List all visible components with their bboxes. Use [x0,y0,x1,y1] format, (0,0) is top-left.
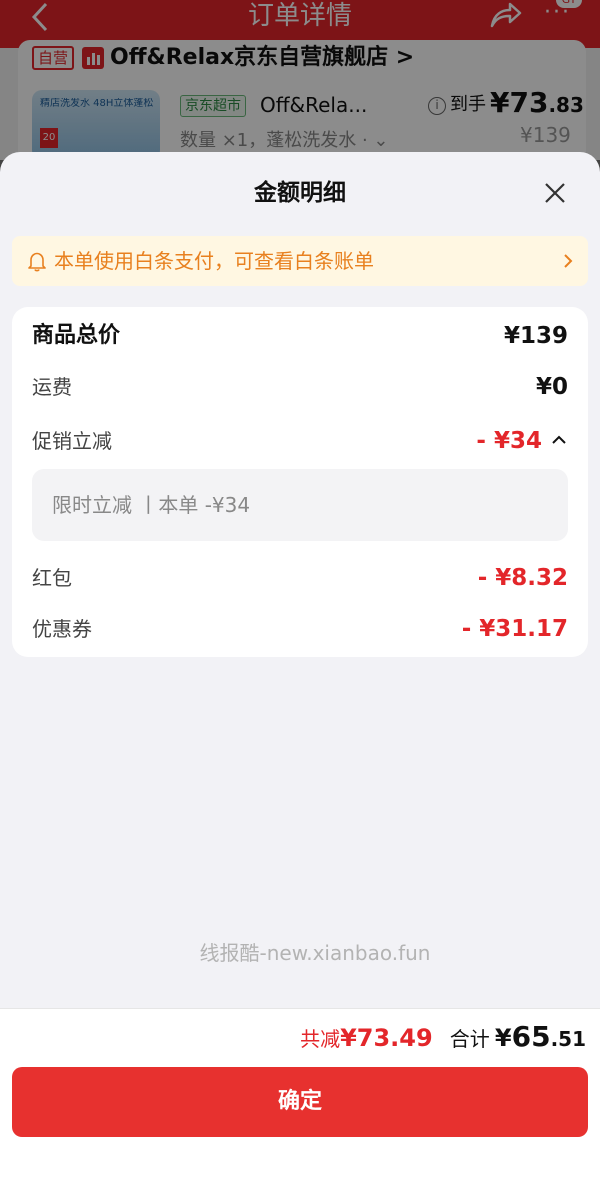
goods-total-value: ¥139 [503,323,568,349]
goods-total-row: 商品总价 ¥139 [32,319,568,353]
notice-text: 本单使用白条支付，可查看白条账单 [54,249,374,273]
shipping-value: ¥0 [535,374,568,400]
sum-label: 合计 [449,1027,490,1051]
sum-value: ¥65.51 [495,1019,586,1057]
sum-dec: .51 [550,1027,586,1051]
amount-detail-sheet: 金额明细 本单使用白条支付，可查看白条账单 商品总价 ¥139 运费 ¥0 促销… [0,152,600,1197]
total-summary: 共减¥73.49 合计 ¥65.51 [300,1019,586,1055]
coupon-value: - ¥31.17 [461,616,568,642]
sheet-footer: 共减¥73.49 合计 ¥65.51 确定 [0,1008,600,1197]
saved-value: ¥73.49 [340,1024,433,1052]
promotion-value: - ¥34 [476,428,542,454]
promotion-detail-box: 限时立减 丨本单 -¥34 [32,469,568,541]
chevron-right-icon [564,254,573,268]
watermark: 线报酷-new.xianbao.fun [199,941,431,965]
sheet-title: 金额明细 [254,180,346,206]
bell-icon [28,252,46,272]
coupon-row: 优惠券 - ¥31.17 [32,612,568,646]
goods-total-label: 商品总价 [32,323,121,348]
promotion-detail-text: 限时立减 丨本单 -¥34 [52,493,251,517]
sum-currency: ¥ [494,1024,512,1052]
red-packet-value: - ¥8.32 [477,565,568,591]
red-packet-row: 红包 - ¥8.32 [32,561,568,595]
red-packet-label: 红包 [32,566,72,590]
coupon-label: 优惠券 [32,617,92,641]
saved-label: 共减 [300,1027,341,1051]
shipping-label: 运费 [32,375,72,399]
amount-panel: 商品总价 ¥139 运费 ¥0 促销立减 - ¥34 限时立减 丨本单 -¥34… [12,307,588,657]
saved-amount: 共减¥73.49 [300,1020,433,1057]
chevron-up-icon[interactable] [550,431,568,449]
baitiao-notice[interactable]: 本单使用白条支付，可查看白条账单 [12,236,588,286]
confirm-button[interactable]: 确定 [12,1067,588,1137]
sum-int: 65 [511,1020,551,1053]
promotion-label: 促销立减 [32,429,112,453]
shipping-row: 运费 ¥0 [32,370,568,404]
close-icon[interactable] [540,178,570,208]
promotion-row[interactable]: 促销立减 - ¥34 [32,424,568,458]
